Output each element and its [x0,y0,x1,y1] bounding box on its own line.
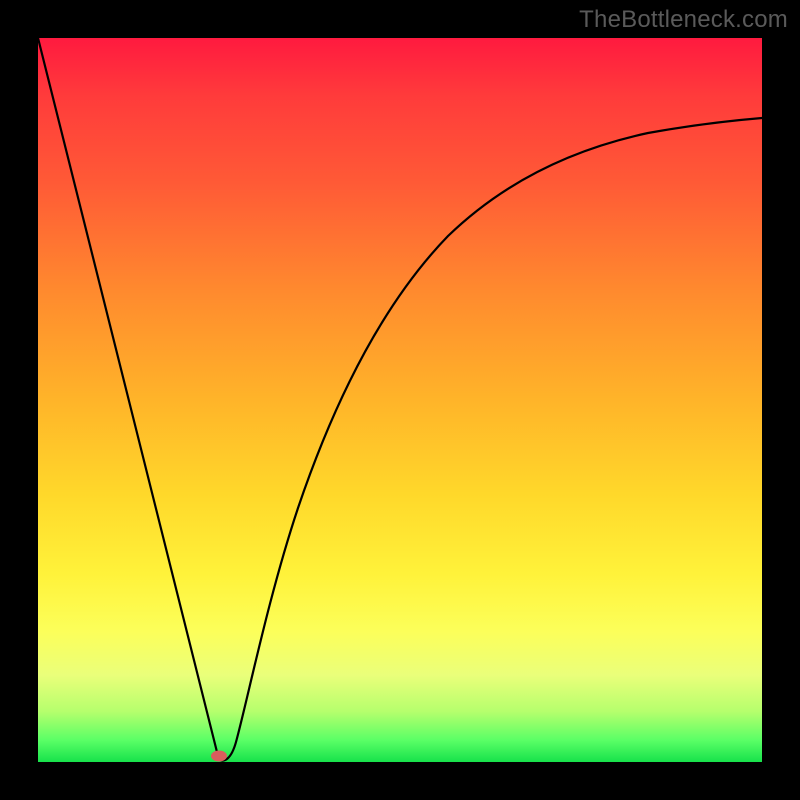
bottleneck-curve [38,38,762,762]
watermark-text: TheBottleneck.com [579,6,788,34]
chart-frame: TheBottleneck.com [0,0,800,800]
plot-area [38,38,762,762]
curve-path [38,38,762,761]
optimal-point-marker [211,751,227,762]
